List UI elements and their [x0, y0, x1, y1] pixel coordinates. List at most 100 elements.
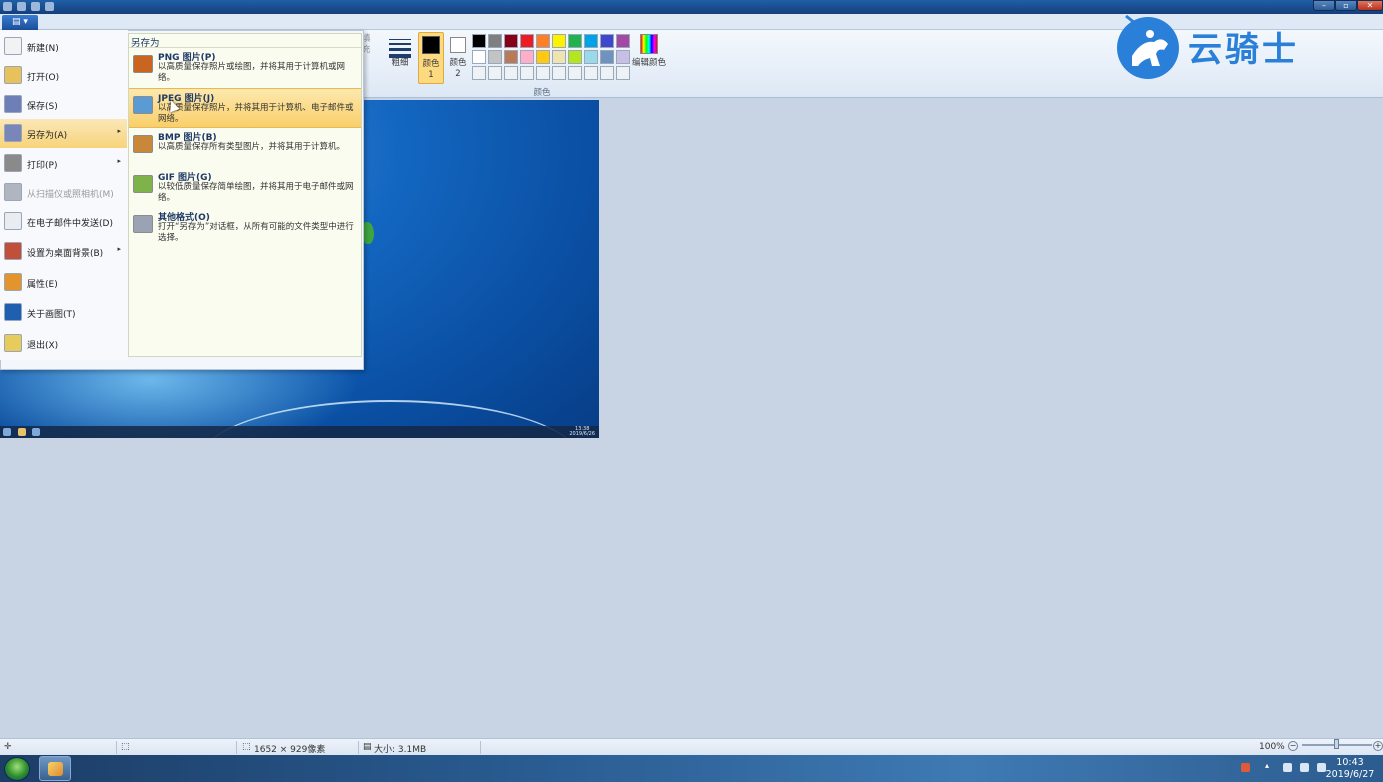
save-as-option-jpeg-image[interactable]: JPEG 图片(J) 以高质量保存照片，并将其用于计算机、电子邮件或网络。 [129, 88, 361, 128]
palette-swatch[interactable] [600, 66, 614, 80]
palette-swatch[interactable] [488, 34, 502, 48]
palette-swatch[interactable] [504, 66, 518, 80]
menu-item-desktop-background[interactable]: 设置为桌面背景(B) ▸ [0, 237, 127, 266]
palette-swatch[interactable] [520, 34, 534, 48]
palette-swatch[interactable] [616, 50, 630, 64]
menu-item-checkmark[interactable]: 属性(E) [0, 268, 127, 297]
save-as-option-gif-image[interactable]: GIF 图片(G) 以较低质量保存简单绘图，并将其用于电子邮件或网络。 [129, 168, 361, 208]
palette-swatch[interactable] [472, 34, 486, 48]
palette-swatch[interactable] [472, 50, 486, 64]
palette-swatch[interactable] [584, 50, 598, 64]
palette-swatch[interactable] [552, 34, 566, 48]
palette-swatch[interactable] [568, 66, 582, 80]
status-bar: ✛ ⬚ ⬚ 1652 × 929像素 ▤ 大小: 3.1MB 100% [0, 738, 1383, 755]
palette-swatch[interactable] [536, 66, 550, 80]
palette-swatch[interactable] [584, 34, 598, 48]
tray-expand-chevron-icon[interactable]: ▴ [1265, 761, 1269, 770]
color2-button[interactable]: 颜色 2 [446, 32, 470, 84]
paint-taskbar-button[interactable] [39, 756, 71, 781]
save-as-option-description: 以高质量保存照片或绘图，并将其用于计算机或网络。 [158, 62, 346, 83]
palette-swatch[interactable] [568, 34, 582, 48]
quick-save-icon[interactable] [17, 2, 26, 11]
menu-item-scanner[interactable]: 从扫描仪或照相机(M) [0, 178, 127, 207]
image-dimensions: 1652 × 929像素 [254, 745, 326, 755]
menu-item-label: 打开(O) [27, 73, 60, 83]
menu-item-save-disk[interactable]: 保存(S) [0, 90, 127, 119]
menu-item-open-folder[interactable]: 打开(O) [0, 61, 127, 90]
menu-item-label: 属性(E) [27, 280, 58, 290]
checkmark-icon [4, 273, 22, 291]
color1-button[interactable]: 颜色 1 [418, 32, 444, 84]
taskbar-clock[interactable]: 10:43 2019/6/27 [1325, 757, 1375, 781]
palette-swatch[interactable] [472, 66, 486, 80]
file-menu-button[interactable]: ▤ ▾ [2, 15, 38, 30]
palette-swatch[interactable] [536, 34, 550, 48]
palette-swatch[interactable] [504, 34, 518, 48]
image-dimensions-icon: ⬚ [242, 742, 251, 752]
app-menu-icon[interactable] [3, 2, 12, 11]
color1-swatch [422, 36, 440, 54]
bmp-image-icon [133, 135, 153, 153]
palette-swatch[interactable] [520, 50, 534, 64]
zoom-out-button[interactable]: − [1288, 741, 1298, 751]
palette-swatch[interactable] [616, 66, 630, 80]
png-image-icon [133, 55, 153, 73]
palette-swatch[interactable] [600, 34, 614, 48]
menu-item-info[interactable]: 关于画图(T) [0, 298, 127, 327]
menu-item-label: 打印(P) [27, 161, 58, 171]
exit-icon [4, 334, 22, 352]
palette-swatch[interactable] [520, 66, 534, 80]
scanner-icon [4, 183, 22, 201]
menu-item-save-as[interactable]: 另存为(A) ▸ [0, 119, 127, 148]
menu-item-exit[interactable]: 退出(X) [0, 329, 127, 358]
thickness-label[interactable]: 粗细 [388, 58, 412, 69]
clock-time: 10:43 [1336, 757, 1364, 768]
menu-item-label: 新建(N) [27, 44, 59, 54]
other-formats-icon [133, 215, 153, 233]
edit-colors-button[interactable]: 编辑颜色 [630, 34, 668, 69]
redo-icon[interactable] [45, 2, 54, 11]
save-as-option-other-formats[interactable]: 其他格式(O) 打开“另存为”对话框，从所有可能的文件类型中进行选择。 [129, 208, 361, 248]
palette-swatch[interactable] [568, 50, 582, 64]
palette-swatch[interactable] [552, 50, 566, 64]
email-icon [4, 212, 22, 230]
palette-swatch[interactable] [616, 34, 630, 48]
yunqishi-watermark-logo: 云骑士 [1112, 10, 1352, 82]
thickness-icon[interactable] [389, 36, 411, 58]
palette-swatch[interactable] [504, 50, 518, 64]
undo-icon[interactable] [31, 2, 40, 11]
palette-swatch[interactable] [552, 66, 566, 80]
zoom-in-button[interactable]: + [1373, 741, 1383, 751]
submenu-arrow-icon: ▸ [117, 157, 121, 165]
desktop-background-icon [4, 242, 22, 260]
palette-swatch[interactable] [488, 66, 502, 80]
save-as-option-description: 打开“另存为”对话框，从所有可能的文件类型中进行选择。 [158, 222, 354, 243]
submenu-arrow-icon: ▸ [117, 127, 121, 135]
zoom-slider-thumb[interactable] [1334, 739, 1339, 749]
menu-item-printer[interactable]: 打印(P) ▸ [0, 149, 127, 178]
save-as-option-description: 以高质量保存照片，并将其用于计算机、电子邮件或网络。 [158, 103, 354, 124]
menu-item-label: 关于画图(T) [27, 310, 76, 320]
color2-swatch [450, 37, 466, 53]
palette-swatch[interactable] [600, 50, 614, 64]
save-disk-icon [4, 95, 22, 113]
menu-item-new-document[interactable]: 新建(N) [0, 32, 127, 61]
palette-swatch[interactable] [536, 50, 550, 64]
palette-swatch[interactable] [488, 50, 502, 64]
save-as-option-png-image[interactable]: PNG 图片(P) 以高质量保存照片或绘图，并将其用于计算机或网络。 [129, 48, 361, 88]
menu-item-label: 保存(S) [27, 102, 58, 112]
palette-swatch[interactable] [584, 66, 598, 80]
save-as-option-bmp-image[interactable]: BMP 图片(B) 以高质量保存所有类型图片，并将其用于计算机。 [129, 128, 361, 168]
menu-item-email[interactable]: 在电子邮件中发送(D) [0, 207, 127, 236]
save-as-option-description: 以较低质量保存简单绘图，并将其用于电子邮件或网络。 [158, 182, 354, 203]
start-button[interactable] [4, 757, 30, 781]
save-as-icon [4, 124, 22, 142]
rainbow-icon [640, 34, 658, 54]
menu-item-label: 从扫描仪或照相机(M) [27, 190, 114, 200]
notification-icon[interactable] [1283, 763, 1292, 772]
network-icon[interactable] [1300, 763, 1309, 772]
windows-taskbar [0, 755, 1383, 782]
input-method-icon[interactable] [1241, 763, 1250, 772]
zoom-level: 100% [1259, 742, 1285, 752]
close-button[interactable]: ✕ [1357, 0, 1383, 11]
